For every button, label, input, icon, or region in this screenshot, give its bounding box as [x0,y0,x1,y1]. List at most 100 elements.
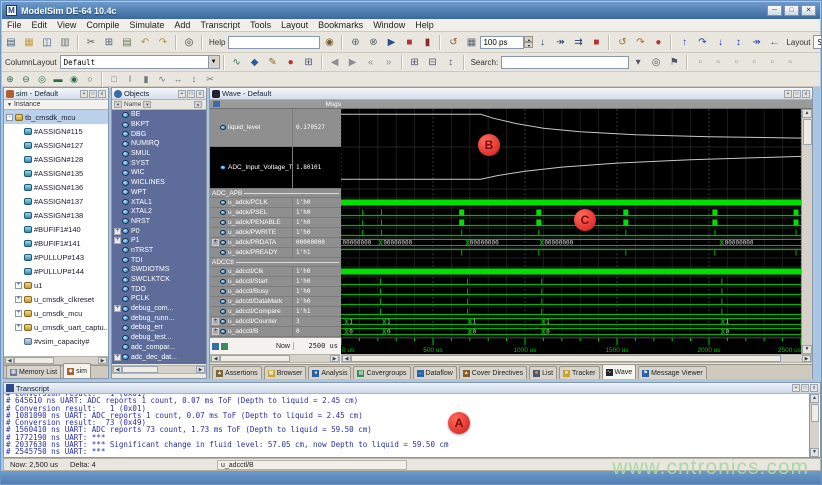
maximize-button[interactable]: □ [784,5,799,16]
scroll-left-icon[interactable]: ◀ [113,366,122,373]
zoom-out-icon[interactable]: ⊖ [19,73,33,85]
select-mode-icon[interactable]: ▫ [728,55,744,70]
tree-item[interactable]: #PULLUP#144 [4,264,108,278]
search-dropdown-icon[interactable]: ▾ [630,55,646,70]
menu-add[interactable]: Add [169,20,195,30]
object-item[interactable]: SWCLKTCK [112,275,206,285]
wave-canvas-hscrollbar[interactable]: ◀ ▶ [341,354,812,363]
wave-tool-icon[interactable] [212,343,219,350]
wave-group-divider[interactable]: ADCCtl [210,258,341,267]
expand-icon[interactable]: ⊞ [407,55,423,70]
object-item[interactable]: TDO [112,284,206,294]
add-cursor-icon[interactable]: ◆ [247,55,263,70]
layout-select[interactable]: Simulate▼ [813,35,822,49]
object-item[interactable]: WPT [112,188,206,198]
add-wave-icon[interactable]: ∿ [229,55,245,70]
help-search-input[interactable] [228,36,320,49]
zoom-last-icon[interactable]: ○ [83,73,97,85]
bus-expander-icon[interactable]: + [212,318,219,325]
tree-item[interactable]: #ASSIGN#135 [4,166,108,180]
tree-item[interactable]: #BUFIF1#141 [4,236,108,250]
tab-dataflow[interactable]: ↔Dataflow [413,366,457,379]
scroll-thumb[interactable] [811,404,819,422]
tree-item[interactable]: #ASSIGN#127 [4,138,108,152]
object-item[interactable]: XTAL1 [112,197,206,207]
wave-signal-row[interactable]: u_adck/PREADY1'h1 [210,248,341,258]
scroll-right-icon[interactable]: ▶ [802,355,811,362]
tab-sim[interactable]: ◆sim [63,363,91,378]
continue-run-icon[interactable]: ↠ [552,35,568,50]
run-length-input[interactable] [480,36,524,49]
cut-icon[interactable]: ✂ [83,35,99,50]
menu-simulate[interactable]: Simulate [124,20,169,30]
copy-icon[interactable]: ⊞ [101,35,117,50]
object-item[interactable]: DBG [112,129,206,139]
wave-group-divider[interactable]: ADC_APB [210,189,341,198]
object-item[interactable]: +P1 [112,236,206,246]
tree-item[interactable]: #vsim_capacity# [4,334,108,348]
menu-help[interactable]: Help [410,20,439,30]
tree-item[interactable]: +u_cmsdk_uart_captu... [4,320,108,334]
insert-breakpoint-icon[interactable]: ● [283,55,299,70]
object-item[interactable]: debug_test... [112,333,206,343]
new-file-icon[interactable]: ▤ [3,35,19,50]
menu-bookmarks[interactable]: Bookmarks [313,20,368,30]
tab-memory-list[interactable]: ▦Memory List [6,365,61,378]
columnlayout-select[interactable]: Default▼ [60,55,220,69]
object-item[interactable]: NUMIRQ [112,139,206,149]
sim-panel-close-button[interactable]: x [98,90,106,98]
sim-panel-dock-button[interactable]: □ [89,90,97,98]
insert-cursor-icon[interactable]: ▮ [139,73,153,85]
object-item[interactable]: SWDIOTMS [112,265,206,275]
wave-signal-row[interactable]: liquid_level0.170527 [210,109,341,147]
step-back-icon[interactable]: ← [766,35,782,50]
objects-panel-pin-button[interactable]: + [178,90,186,98]
object-item[interactable]: NRST [112,217,206,227]
wave-signal-row[interactable]: u_adck/PSEL1'h0 [210,208,341,218]
find-icon[interactable]: ◎ [181,35,197,50]
run-next-icon[interactable]: ↷ [632,35,648,50]
last-page-icon[interactable]: » [381,55,397,70]
prev-transition-icon[interactable]: ◀ [327,55,343,70]
wave-panel-dock-button[interactable]: □ [793,90,801,98]
tree-item[interactable]: #ASSIGN#128 [4,152,108,166]
object-item[interactable]: +P0 [112,226,206,236]
menu-compile[interactable]: Compile [81,20,124,30]
spin-down-icon[interactable]: ▾ [524,42,533,48]
wave-panel-close-button[interactable]: x [802,90,810,98]
menu-file[interactable]: File [2,20,27,30]
tree-expander-icon[interactable]: - [6,114,13,121]
filter-mode-icon[interactable]: ▼ [143,101,151,108]
object-item[interactable]: debug_runn... [112,313,206,323]
zoom-in-icon[interactable]: ⊕ [3,73,17,85]
break-icon[interactable]: ■ [401,35,417,50]
end-sim-icon[interactable]: ▮ [419,35,435,50]
edit-mode-icon[interactable]: ▫ [746,55,762,70]
run-all-icon[interactable]: ⇉ [570,35,586,50]
bus-expander-icon[interactable]: + [212,239,219,246]
object-item[interactable]: XTAL2 [112,207,206,217]
object-item[interactable]: SYST [112,158,206,168]
wave-signal-row[interactable]: +u_adcctl/B0 [210,327,341,337]
wave-panel-pin-button[interactable]: + [784,90,792,98]
object-item[interactable]: nTRST [112,246,206,256]
run-length-spinner[interactable]: ▴▾ [524,36,533,48]
objects-panel-close-button[interactable]: x [196,90,204,98]
tree-item[interactable]: #ASSIGN#136 [4,180,108,194]
redo-icon[interactable]: ↷ [155,35,171,50]
tab-list[interactable]: ≡List [529,366,557,379]
tree-item[interactable]: #BUFIF1#140 [4,222,108,236]
objects-panel-dock-button[interactable]: □ [187,90,195,98]
menu-layout[interactable]: Layout [276,20,313,30]
tab-message-viewer[interactable]: ⚑Message Viewer [638,366,707,379]
tree-item[interactable]: -tb_cmsdk_mcu [4,110,108,124]
environment-icon[interactable]: ▦ [463,35,479,50]
zoom-mode-icon[interactable]: ▫ [710,55,726,70]
tab-covergroups[interactable]: ▤Covergroups [353,366,410,379]
object-item[interactable]: SMUL [112,149,206,159]
wave-signal-row[interactable]: u_adck/PWRITE1'h0 [210,228,341,238]
bus-expander-icon[interactable]: + [212,328,219,335]
tree-item[interactable]: #PULLUP#143 [4,250,108,264]
transcript-log[interactable]: # Conversion result: 1 (0x01)# 645610 ns… [6,394,806,458]
object-expander-icon[interactable]: + [114,305,121,312]
